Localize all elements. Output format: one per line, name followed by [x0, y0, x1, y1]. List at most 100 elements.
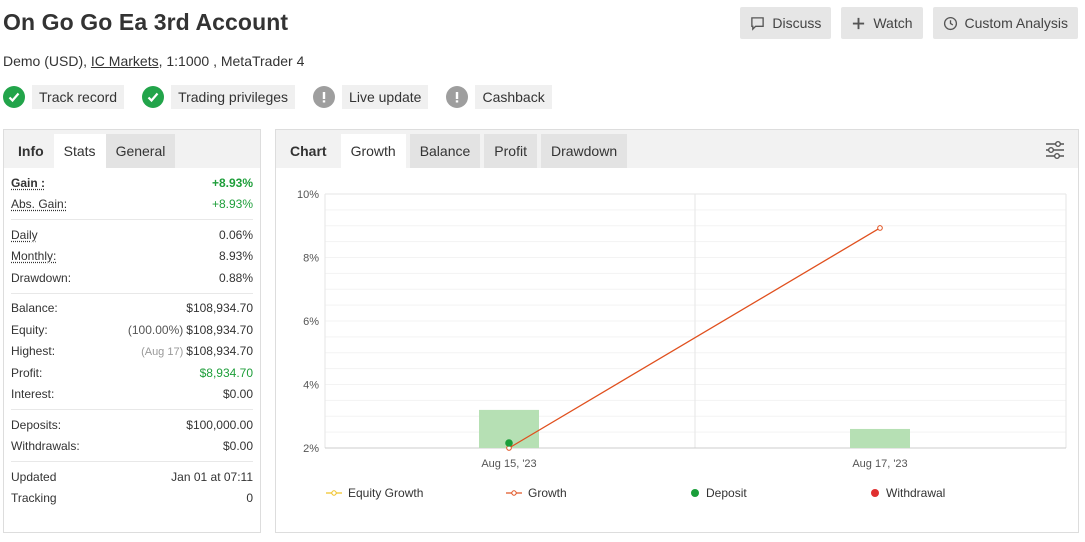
stat-value: $108,934.70 — [186, 301, 253, 316]
chart-legend: Equity Growth Growth Deposit Withdrawal — [326, 486, 945, 500]
badge-live-update[interactable]: Live update — [313, 85, 429, 109]
legend-label: Deposit — [706, 486, 747, 500]
status-badges: Track record Trading privileges Live upd… — [3, 85, 552, 109]
tab-drawdown[interactable]: Drawdown — [540, 134, 628, 168]
badge-label: Trading privileges — [171, 85, 296, 109]
stat-profit: Profit: $8,934.70 — [11, 362, 253, 384]
stat-deposits: Deposits: $100,000.00 — [11, 414, 253, 436]
account-leverage-platform: , 1:1000 , MetaTrader 4 — [158, 53, 305, 69]
stat-note: (Aug 17) — [141, 346, 184, 359]
y-tick-label: 4% — [303, 380, 319, 392]
y-tick-label: 6% — [303, 316, 319, 328]
stat-value: $100,000.00 — [186, 417, 253, 432]
tab-chart[interactable]: Chart — [280, 134, 337, 168]
dot-icon — [871, 489, 879, 497]
x-tick-label: Aug 15, '23 — [481, 458, 536, 470]
custom-analysis-label: Custom Analysis — [964, 15, 1068, 31]
stat-group-deposits: Deposits: $100,000.00 Withdrawals: $0.00 — [11, 410, 253, 462]
stat-label[interactable]: Daily — [11, 228, 38, 242]
stat-group-balance: Balance: $108,934.70 Equity: (100.00%) $1… — [11, 294, 253, 410]
badge-trading-privileges[interactable]: Trading privileges — [142, 85, 296, 109]
account-title: On Go Go Ea 3rd Account — [3, 9, 289, 35]
check-icon — [3, 86, 25, 108]
legend-label: Growth — [528, 486, 567, 500]
line-marker-icon — [506, 490, 522, 496]
stat-drawdown: Drawdown: 0.88% — [11, 267, 253, 289]
badge-track-record[interactable]: Track record — [3, 85, 125, 109]
stat-value: $8,934.70 — [199, 365, 253, 380]
stat-label: Withdrawals: — [11, 439, 80, 454]
badge-label: Cashback — [475, 85, 552, 109]
stats-list: Gain : +8.93% Abs. Gain: +8.93% Daily 0.… — [4, 168, 260, 513]
watch-label: Watch — [873, 15, 913, 31]
tab-stats[interactable]: Stats — [53, 134, 106, 168]
stat-label[interactable]: Abs. Gain: — [11, 197, 67, 211]
exclamation-icon — [313, 86, 336, 108]
legend-equity-growth[interactable]: Equity Growth — [326, 486, 506, 500]
line-marker-icon — [326, 490, 342, 496]
stat-label: Drawdown: — [11, 270, 72, 285]
stat-updated: Updated Jan 01 at 07:11 — [11, 466, 253, 488]
stat-label: Deposits: — [11, 417, 62, 432]
stat-value: +8.93% — [211, 197, 253, 212]
stat-value: +8.93% — [211, 175, 253, 190]
account-subtitle: Demo (USD), IC Markets, 1:1000 , MetaTra… — [3, 53, 304, 69]
tab-profit[interactable]: Profit — [484, 134, 537, 168]
growth-point — [877, 225, 883, 231]
stat-tracking: Tracking 0 — [11, 488, 253, 510]
legend-growth[interactable]: Growth — [506, 486, 690, 500]
stats-panel: Info Stats General Gain : +8.93% Abs. Ga… — [3, 129, 261, 533]
stat-label[interactable]: Gain : — [11, 176, 45, 190]
custom-analysis-button[interactable]: Custom Analysis — [932, 7, 1078, 39]
x-tick-label: Aug 17, '23 — [852, 458, 907, 470]
broker-link[interactable]: IC Markets — [91, 53, 159, 69]
y-tick-label: 8% — [303, 253, 319, 265]
badge-cashback[interactable]: Cashback — [446, 85, 552, 109]
stat-daily: Daily 0.06% — [11, 224, 253, 246]
chart-panel: Chart Growth Balance Profit Drawdown 10%… — [275, 129, 1079, 533]
stat-label: Equity: — [11, 322, 48, 337]
legend-label: Withdrawal — [886, 486, 946, 500]
stat-monthly: Monthly: 8.93% — [11, 246, 253, 268]
tab-balance[interactable]: Balance — [409, 134, 481, 168]
discuss-button[interactable]: Discuss — [740, 7, 832, 39]
stat-value: $0.00 — [222, 439, 253, 454]
stat-label: Balance: — [11, 301, 58, 316]
stat-value: 0.06% — [218, 227, 253, 242]
stat-value-wrap: (100.00%) $108,934.70 — [128, 323, 253, 337]
badge-label: Live update — [342, 85, 429, 109]
stat-label: Updated — [11, 469, 57, 484]
check-icon — [142, 86, 165, 108]
stat-highest: Highest: (Aug 17) $108,934.70 — [11, 341, 253, 363]
sliders-settings-icon[interactable] — [1044, 139, 1066, 161]
stat-value: Jan 01 at 07:11 — [171, 469, 253, 484]
stat-abs-gain: Abs. Gain: +8.93% — [11, 194, 253, 216]
stat-gain: Gain : +8.93% — [11, 172, 253, 194]
stat-value-wrap: (Aug 17) $108,934.70 — [141, 344, 253, 358]
tab-growth[interactable]: Growth — [340, 134, 406, 168]
stat-label[interactable]: Monthly: — [11, 249, 56, 263]
legend-deposit[interactable]: Deposit — [690, 486, 870, 500]
stat-value: $108,934.70 — [186, 322, 253, 337]
y-tick-label: 10% — [297, 189, 319, 201]
discuss-label: Discuss — [772, 15, 822, 31]
account-type: Demo (USD), — [3, 53, 88, 69]
bar — [850, 428, 910, 448]
stat-value: 8.93% — [218, 249, 253, 264]
stat-note: (100.00%) — [127, 322, 184, 337]
tab-info[interactable]: Info — [8, 134, 54, 168]
stats-tabs: Info Stats General — [4, 130, 260, 168]
exclamation-icon — [446, 86, 469, 108]
watch-button[interactable]: Watch — [841, 7, 923, 39]
legend-withdrawal[interactable]: Withdrawal — [870, 486, 945, 500]
chart-tabs: Chart Growth Balance Profit Drawdown — [276, 130, 1078, 168]
stat-label: Interest: — [11, 387, 55, 402]
tab-general[interactable]: General — [105, 134, 176, 168]
growth-chart[interactable]: 10% 8% 6% 4% 2% Aug 15, '23 Aug 17, '23 — [276, 170, 1078, 480]
legend-label: Equity Growth — [348, 486, 424, 500]
stat-equity: Equity: (100.00%) $108,934.70 — [11, 319, 253, 341]
clock-icon — [943, 16, 957, 30]
stat-group-gain: Gain : +8.93% Abs. Gain: +8.93% — [11, 168, 253, 220]
stat-label: Highest: — [11, 344, 56, 359]
stat-value: 0.88% — [218, 270, 253, 285]
